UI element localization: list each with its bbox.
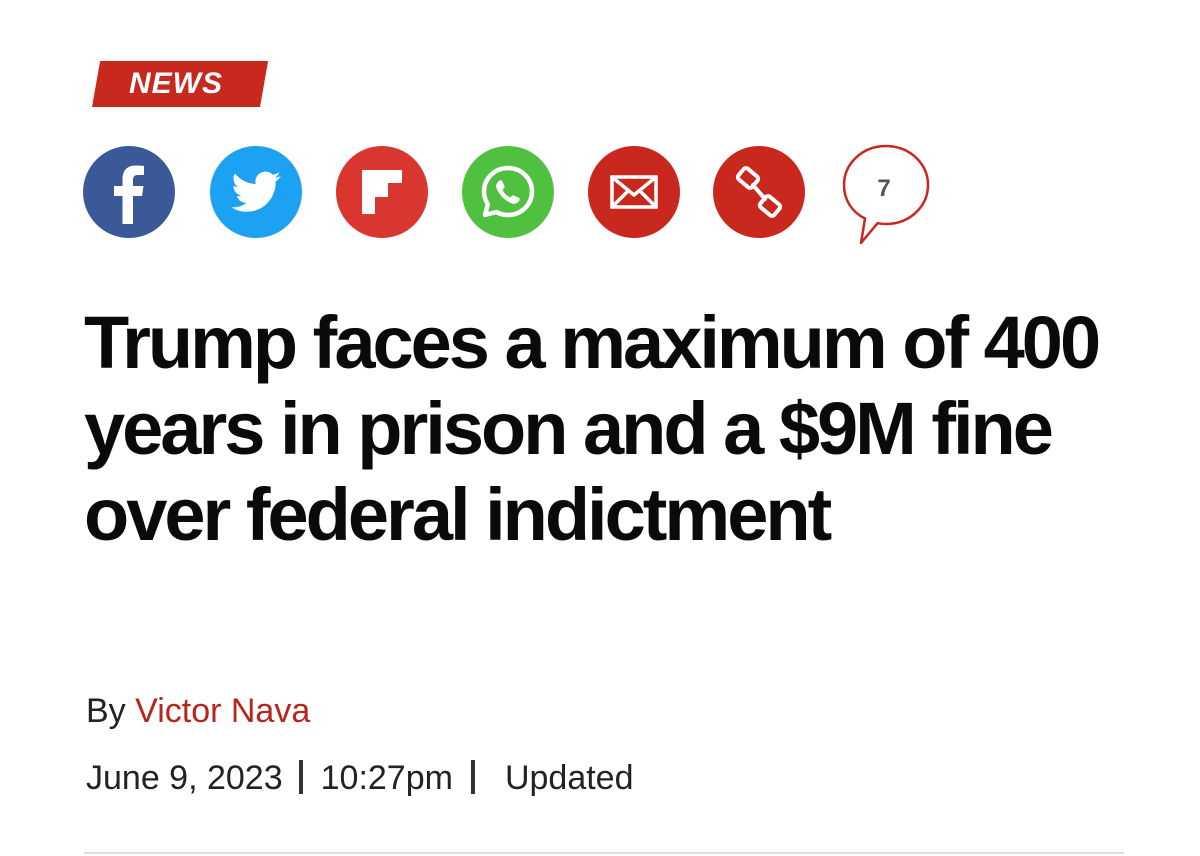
article-headline: Trump faces a maximum of 400 years in pr… [84, 301, 1101, 556]
whatsapp-icon [462, 146, 554, 238]
flipboard-share-button[interactable] [336, 146, 428, 238]
divider [298, 760, 303, 794]
email-icon [588, 146, 680, 238]
dateline: June 9, 2023 10:27pm Updated [86, 757, 634, 799]
updated-label: Updated [504, 759, 634, 797]
comment-count: 7 [877, 175, 891, 202]
link-icon [713, 146, 805, 238]
byline: By Victor Nava [86, 690, 310, 732]
flipboard-icon [336, 146, 428, 238]
article-header: NEWS 7 Trump faces a maximum of 400 year… [0, 0, 1200, 856]
whatsapp-share-button[interactable] [462, 146, 554, 238]
twitter-icon [210, 146, 302, 238]
byline-prefix: By [86, 692, 126, 730]
email-share-button[interactable] [588, 146, 680, 238]
publish-date: June 9, 2023 [86, 759, 283, 797]
facebook-share-button[interactable] [83, 146, 175, 238]
copy-link-button[interactable] [713, 146, 805, 238]
share-toolbar: 7 [83, 142, 963, 252]
facebook-icon [83, 146, 175, 238]
section-tag-news[interactable]: NEWS [92, 61, 260, 107]
author-link[interactable]: Victor Nava [135, 692, 310, 730]
divider [84, 852, 1124, 854]
twitter-share-button[interactable] [210, 146, 302, 238]
divider [470, 760, 475, 794]
publish-time: 10:27pm [320, 759, 453, 797]
